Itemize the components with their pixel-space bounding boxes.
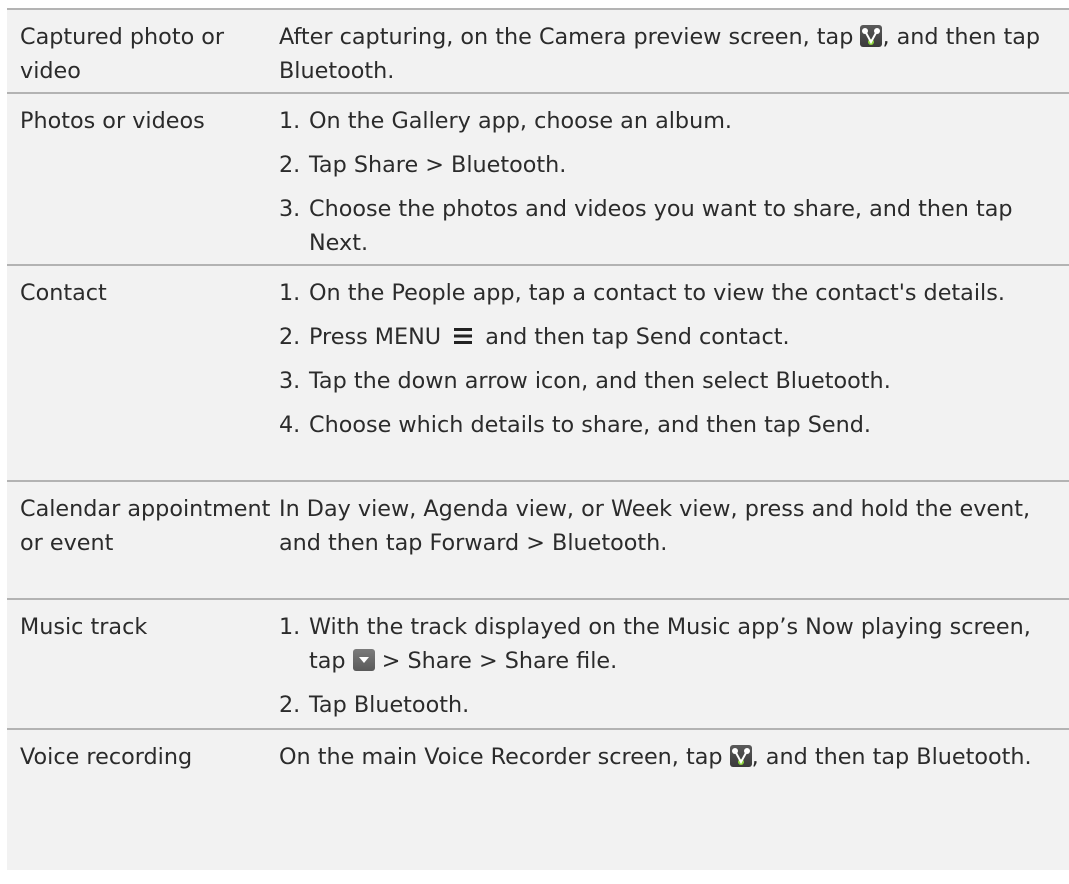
row-content: In Day view, Agenda view, or Week view, …: [279, 482, 1069, 598]
step-item: 2. Tap Share > Bluetooth.: [279, 152, 567, 178]
step-item: 1. On the People app, tap a contact to vi…: [279, 280, 1005, 306]
table-row: Voice recording On the main Voice Record…: [7, 730, 1069, 870]
row-content: 1. On the People app, tap a contact to vi…: [279, 266, 1069, 480]
menu-icon: [454, 328, 473, 344]
step-item: 1. With the track displayed on the Music …: [279, 614, 1031, 674]
row-label: Voice recording: [20, 744, 193, 770]
bluetooth-sharing-table: Captured photo or video After capturing,…: [7, 8, 1069, 870]
row-content: On the main Voice Recorder screen, tap ,…: [279, 730, 1069, 870]
instruction-text: In Day view, Agenda view, or Week view, …: [279, 496, 1031, 556]
dropdown-arrow-icon: [352, 649, 375, 671]
table-row: Photos or videos 1. On the Gallery app, c…: [7, 94, 1069, 266]
row-label: Calendar appointment or event: [20, 496, 271, 556]
step-item: 3. Choose the photos and videos you want …: [279, 196, 1013, 256]
share-icon: [860, 25, 883, 47]
row-label: Photos or videos: [20, 108, 205, 134]
step-item: 3. Tap the down arrow icon, and then sele…: [279, 368, 891, 394]
table-row: Contact 1. On the People app, tap a conta…: [7, 266, 1069, 482]
row-content: 1. On the Gallery app, choose an album. 2…: [279, 94, 1069, 264]
instruction-text: On the main Voice Recorder screen, tap ,…: [279, 744, 1032, 770]
row-content: 1. With the track displayed on the Music …: [279, 600, 1069, 728]
step-item: 2. Press MENU and then tap Send contact.: [279, 324, 790, 350]
table-row: Music track 1. With the track displayed o…: [7, 600, 1069, 730]
table-row: Calendar appointment or event In Day vie…: [7, 482, 1069, 600]
row-label: Music track: [20, 614, 148, 640]
table-row: Captured photo or video After capturing,…: [7, 10, 1069, 94]
row-content: After capturing, on the Camera preview s…: [279, 10, 1069, 92]
step-item: 2. Tap Bluetooth.: [279, 692, 470, 718]
step-item: 1. On the Gallery app, choose an album.: [279, 108, 733, 134]
row-label: Captured photo or video: [20, 24, 225, 84]
share-icon: [729, 745, 752, 767]
instruction-text: After capturing, on the Camera preview s…: [279, 24, 1041, 84]
step-item: 4. Choose which details to share, and the…: [279, 412, 872, 438]
row-label: Contact: [20, 280, 107, 306]
